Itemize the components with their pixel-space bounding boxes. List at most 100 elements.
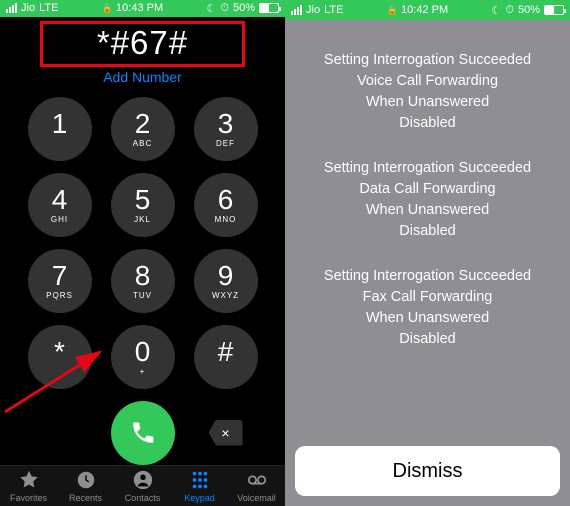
key-digit: 2: [135, 110, 151, 138]
status-time: 🔒 10:42 PM: [387, 4, 448, 16]
clock-label: 10:42 PM: [401, 4, 448, 16]
phone-dialer-screen: Jio LTE 🔒 10:43 PM ☾ ⏱ 50% *#67# Add Num…: [0, 0, 285, 506]
key-0[interactable]: 0+: [111, 325, 175, 389]
tab-bar: Favorites Recents Contacts Keypad: [0, 465, 285, 506]
status-time: 🔒 10:43 PM: [102, 2, 163, 14]
tab-label: Voicemail: [237, 493, 276, 503]
key-digit: 1: [52, 110, 68, 138]
key-letters: PQRS: [46, 291, 73, 300]
star-icon: [18, 469, 40, 491]
alarm-icon: ⏱: [505, 4, 514, 17]
tab-label: Contacts: [125, 493, 161, 503]
key-letters: +: [140, 367, 146, 376]
key-digit: 4: [52, 186, 68, 214]
key-digit: 0: [135, 338, 151, 366]
phone-icon: [129, 419, 157, 447]
lock-icon: 🔒: [387, 5, 398, 15]
key-letters: JKL: [134, 215, 151, 224]
alert-block: Setting Interrogation Succeeded Data Cal…: [324, 158, 531, 242]
tab-recents[interactable]: Recents: [57, 469, 114, 503]
tab-contacts[interactable]: Contacts: [114, 469, 171, 503]
alarm-icon: ⏱: [220, 2, 229, 15]
alert-line: Voice Call Forwarding: [324, 71, 531, 92]
key-4[interactable]: 4GHI: [28, 173, 92, 237]
key-2[interactable]: 2ABC: [111, 97, 175, 161]
key-letters: DEF: [216, 139, 235, 148]
keypad-icon: [189, 469, 211, 491]
dismiss-button[interactable]: Dismiss: [295, 446, 560, 496]
key-letters: GHI: [51, 215, 68, 224]
network-label: LTE: [39, 2, 58, 14]
battery-pct: 50%: [518, 4, 540, 16]
signal-icon: [6, 3, 17, 13]
clock-label: 10:43 PM: [116, 2, 163, 14]
alert-line: Disabled: [324, 329, 531, 350]
call-button[interactable]: [111, 401, 175, 465]
status-bar: Jio LTE 🔒 10:43 PM ☾ ⏱ 50%: [0, 0, 285, 17]
key-5[interactable]: 5JKL: [111, 173, 175, 237]
battery-icon: [259, 3, 279, 13]
battery-pct: 50%: [233, 2, 255, 14]
key-digit: 7: [52, 262, 68, 290]
key-letters: ABC: [133, 139, 152, 148]
alert-line: Data Call Forwarding: [324, 179, 531, 200]
tab-voicemail[interactable]: Voicemail: [228, 469, 285, 503]
alert-line: Disabled: [324, 113, 531, 134]
contact-icon: [132, 469, 154, 491]
alert-line: Setting Interrogation Succeeded: [324, 266, 531, 287]
key-star[interactable]: *: [28, 325, 92, 389]
status-bar: Jio LTE 🔒 10:42 PM ☾ ⏱ 50%: [285, 0, 570, 20]
network-label: LTE: [324, 4, 343, 16]
key-digit: #: [218, 338, 234, 366]
carrier-label: Jio: [21, 2, 35, 14]
key-1[interactable]: 1: [28, 97, 92, 161]
battery-icon: [544, 5, 564, 15]
phone-alert-screen: Jio LTE 🔒 10:42 PM ☾ ⏱ 50% Setting Inter…: [285, 0, 570, 506]
signal-icon: [291, 5, 302, 15]
key-letters: TUV: [133, 291, 152, 300]
voicemail-icon: [246, 469, 268, 491]
add-number-link[interactable]: Add Number: [0, 69, 285, 85]
alert-line: Setting Interrogation Succeeded: [324, 158, 531, 179]
alert-block: Setting Interrogation Succeeded Voice Ca…: [324, 50, 531, 134]
alert-line: When Unanswered: [324, 200, 531, 221]
key-digit: 3: [218, 110, 234, 138]
dialed-number: *#67#: [43, 24, 242, 62]
key-digit: 6: [218, 186, 234, 214]
tab-label: Recents: [69, 493, 102, 503]
alert-line: When Unanswered: [324, 92, 531, 113]
alert-line: Fax Call Forwarding: [324, 287, 531, 308]
tab-favorites[interactable]: Favorites: [0, 469, 57, 503]
key-hash[interactable]: #: [194, 325, 258, 389]
key-7[interactable]: 7PQRS: [28, 249, 92, 313]
carrier-label: Jio: [306, 4, 320, 16]
call-row: ×: [0, 389, 285, 465]
key-9[interactable]: 9WXYZ: [194, 249, 258, 313]
key-digit: 5: [135, 186, 151, 214]
alert-body: Setting Interrogation Succeeded Voice Ca…: [285, 20, 570, 436]
alert-line: Setting Interrogation Succeeded: [324, 50, 531, 71]
key-8[interactable]: 8TUV: [111, 249, 175, 313]
key-6[interactable]: 6MNO: [194, 173, 258, 237]
key-digit: 8: [135, 262, 151, 290]
alert-line: Disabled: [324, 221, 531, 242]
key-digit: 9: [218, 262, 234, 290]
tab-keypad[interactable]: Keypad: [171, 469, 228, 503]
clock-icon: [75, 469, 97, 491]
keypad: 1 2ABC 3DEF 4GHI 5JKL 6MNO 7PQRS 8TUV 9W…: [0, 85, 285, 389]
backspace-icon: ×: [209, 420, 243, 446]
alert-line: When Unanswered: [324, 308, 531, 329]
tab-label: Keypad: [184, 493, 215, 503]
lock-icon: 🔒: [102, 3, 113, 13]
key-letters: MNO: [215, 215, 237, 224]
alert-block: Setting Interrogation Succeeded Fax Call…: [324, 266, 531, 350]
key-letters: WXYZ: [212, 291, 239, 300]
tab-label: Favorites: [10, 493, 47, 503]
dialed-area: *#67# Add Number: [0, 17, 285, 85]
key-3[interactable]: 3DEF: [194, 97, 258, 161]
backspace-x: ×: [221, 425, 229, 441]
backspace-button[interactable]: ×: [206, 413, 246, 453]
highlight-annotation: *#67#: [40, 21, 245, 67]
key-digit: *: [54, 338, 65, 366]
moon-icon: ☾: [491, 4, 501, 17]
